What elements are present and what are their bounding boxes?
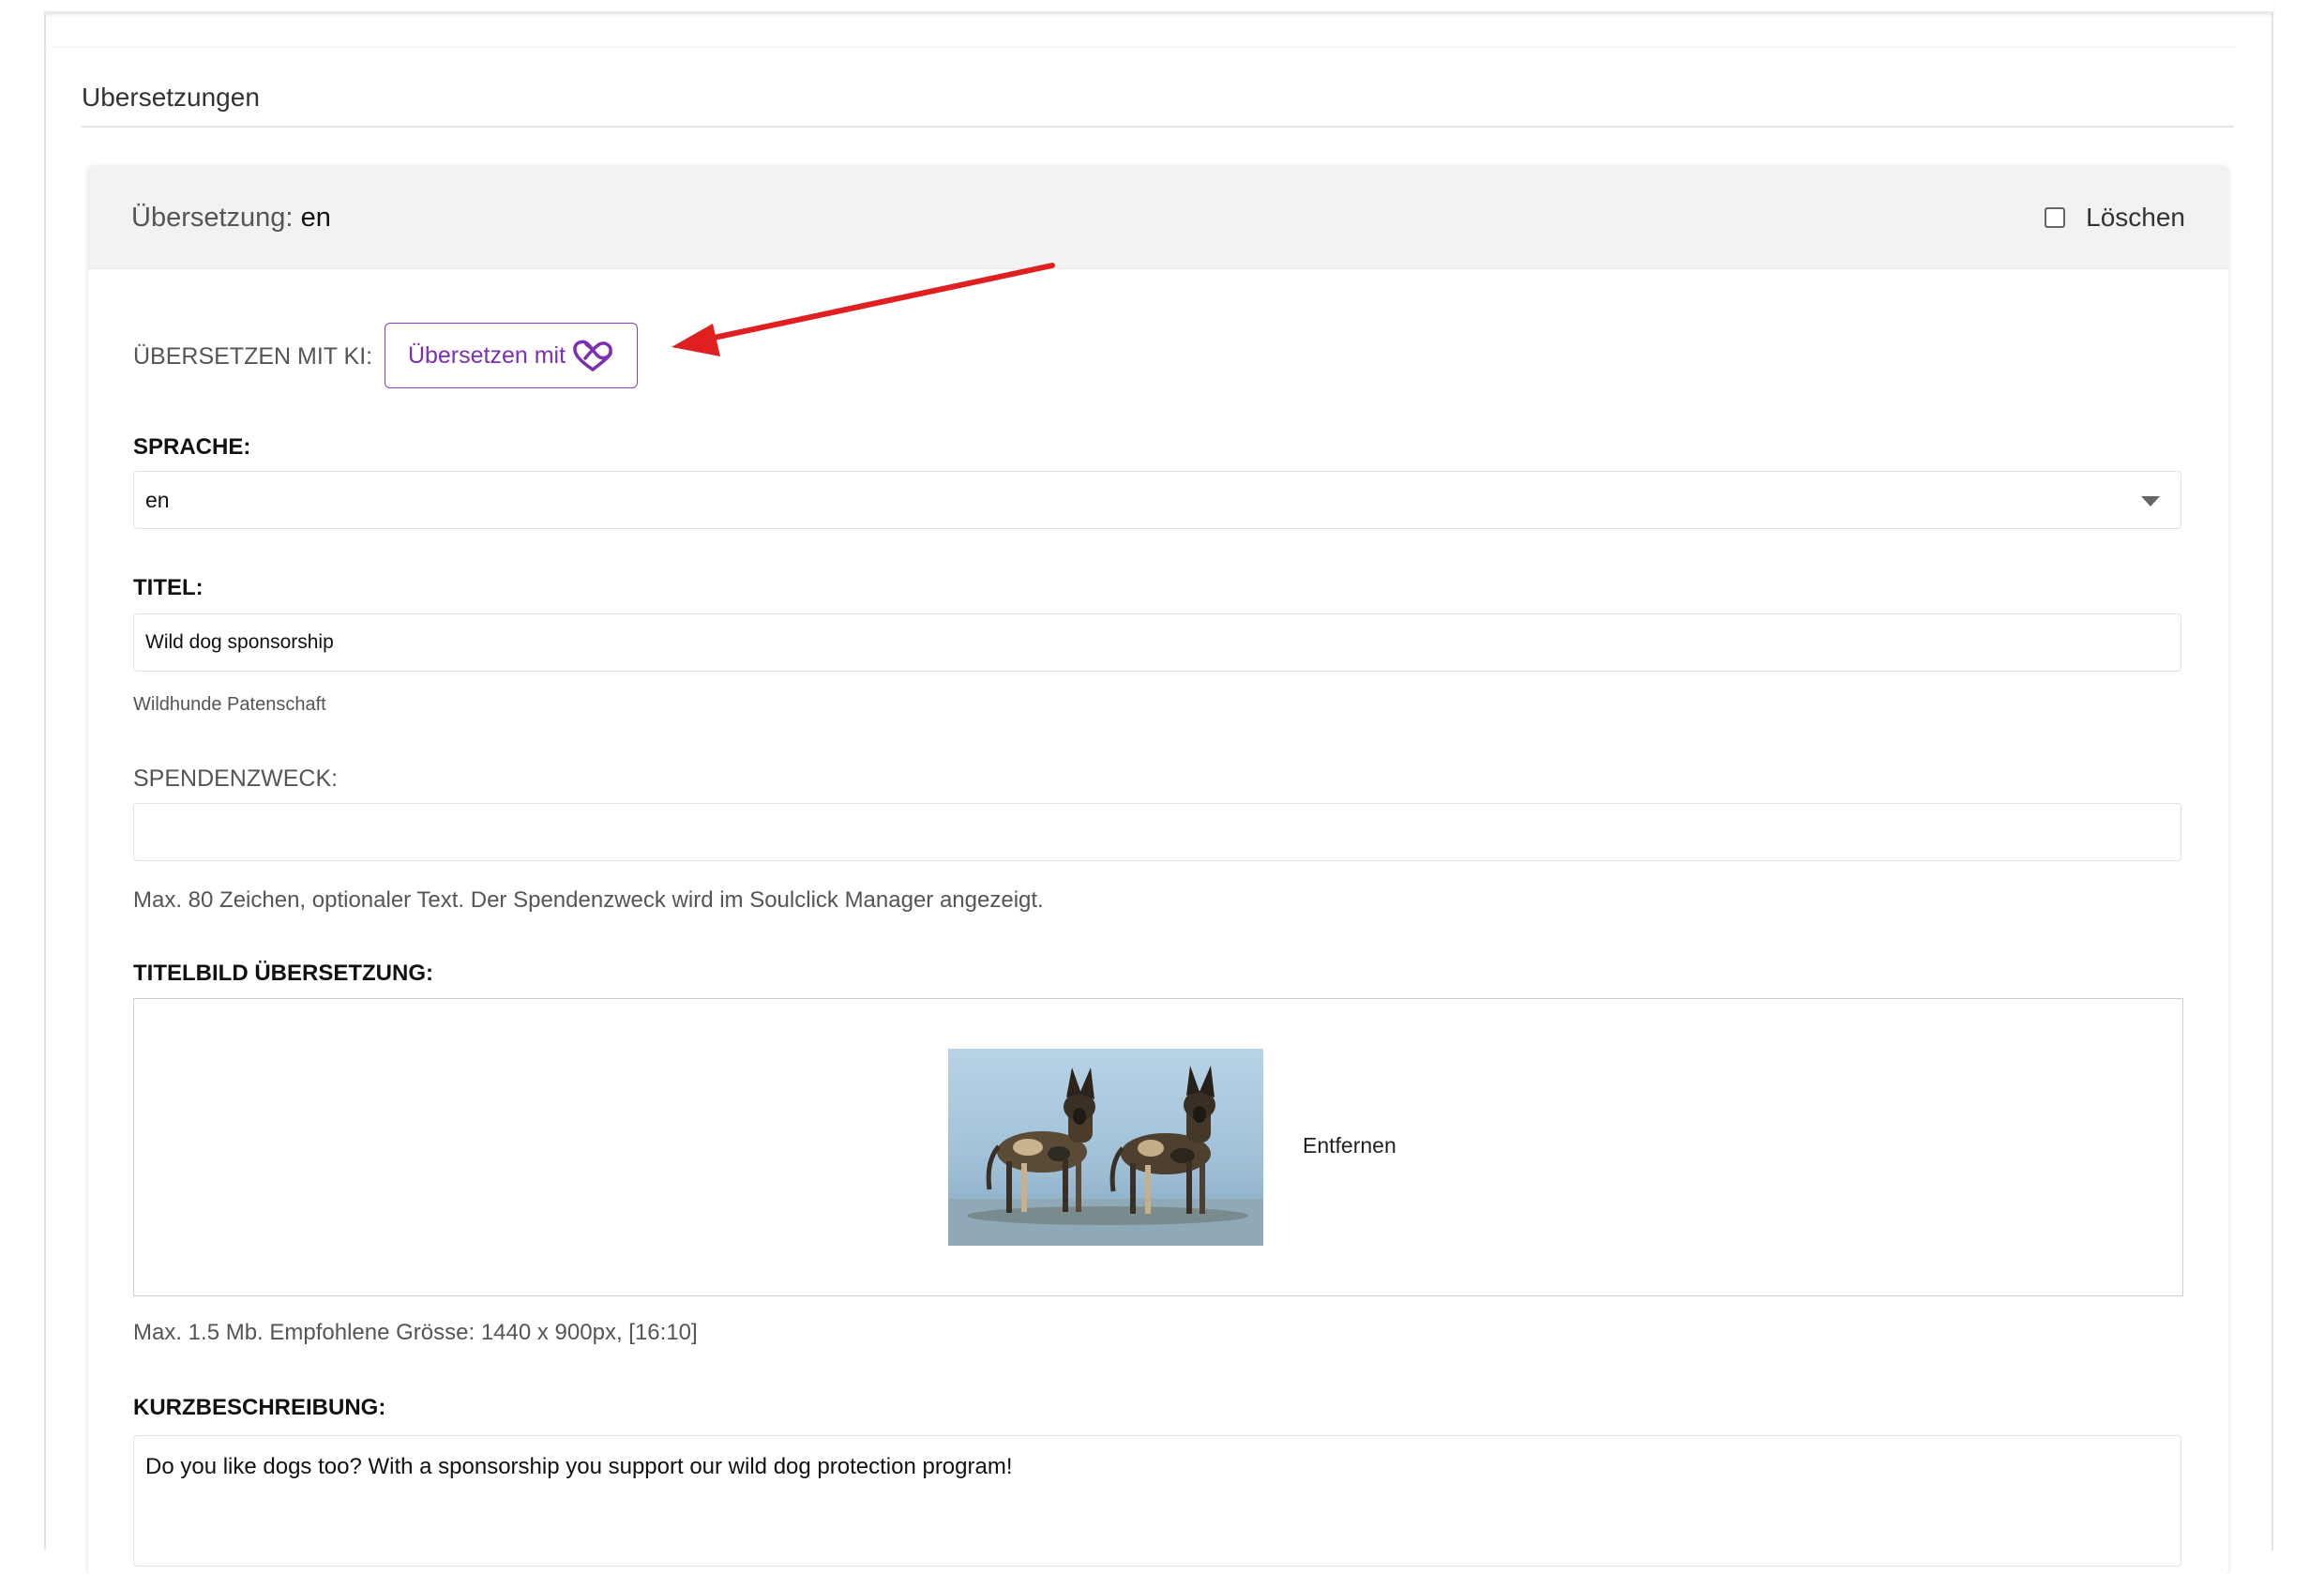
short-description-textarea[interactable]: Do you like dogs too? With a sponsorship… (133, 1435, 2181, 1566)
title-input[interactable]: Wild dog sponsorship (133, 613, 2181, 672)
language-select[interactable]: en (133, 471, 2181, 529)
top-divider (52, 47, 2237, 48)
wild-dogs-photo (948, 1049, 1263, 1246)
short-description-value: Do you like dogs too? With a sponsorship… (145, 1454, 1013, 1479)
page-frame-left (44, 0, 46, 1551)
section-divider (82, 126, 2234, 128)
purpose-input[interactable] (133, 803, 2181, 861)
ai-translate-button[interactable]: Übersetzen mit (385, 323, 638, 388)
delete-checkbox[interactable] (2045, 207, 2066, 228)
title-input-value: Wild dog sponsorship (145, 631, 334, 653)
title-image-label: TITELBILD ÜBERSETZUNG: (133, 961, 433, 986)
section-title: Ubersetzungen (82, 83, 260, 112)
purpose-help-text: Max. 80 Zeichen, optionaler Text. Der Sp… (133, 887, 1044, 913)
chevron-down-icon (2141, 496, 2160, 507)
title-image-help-text: Max. 1.5 Mb. Empfohlene Grösse: 1440 x 9… (133, 1320, 698, 1345)
top-bar (44, 0, 2273, 14)
delete-toggle[interactable]: Löschen (2045, 201, 2185, 235)
translation-header-label: Übersetzung: en (131, 201, 331, 235)
purpose-label: SPENDENZWECK: (133, 765, 339, 792)
title-label: TITEL: (133, 575, 204, 600)
delete-label: Löschen (2086, 203, 2185, 232)
short-description-label: KURZBESCHREIBUNG: (133, 1395, 386, 1420)
language-label: SPRACHE: (133, 434, 251, 460)
language-select-value: en (145, 487, 170, 512)
translation-header-language: en (300, 203, 331, 233)
infinity-heart-icon (573, 340, 612, 371)
title-image-thumbnail (948, 1049, 1263, 1246)
ai-translate-button-label: Übersetzen mit (407, 341, 566, 369)
translation-header-prefix: Übersetzung: (131, 203, 294, 233)
remove-image-button[interactable]: Entfernen (1303, 1131, 1396, 1159)
title-original-hint: Wildhunde Patenschaft (133, 694, 326, 715)
translation-card-header: Übersetzung: en Löschen (88, 167, 2228, 269)
ai-translate-label: ÜBERSETZEN MIT KI: (133, 343, 373, 370)
page-frame-right (2271, 0, 2273, 1551)
